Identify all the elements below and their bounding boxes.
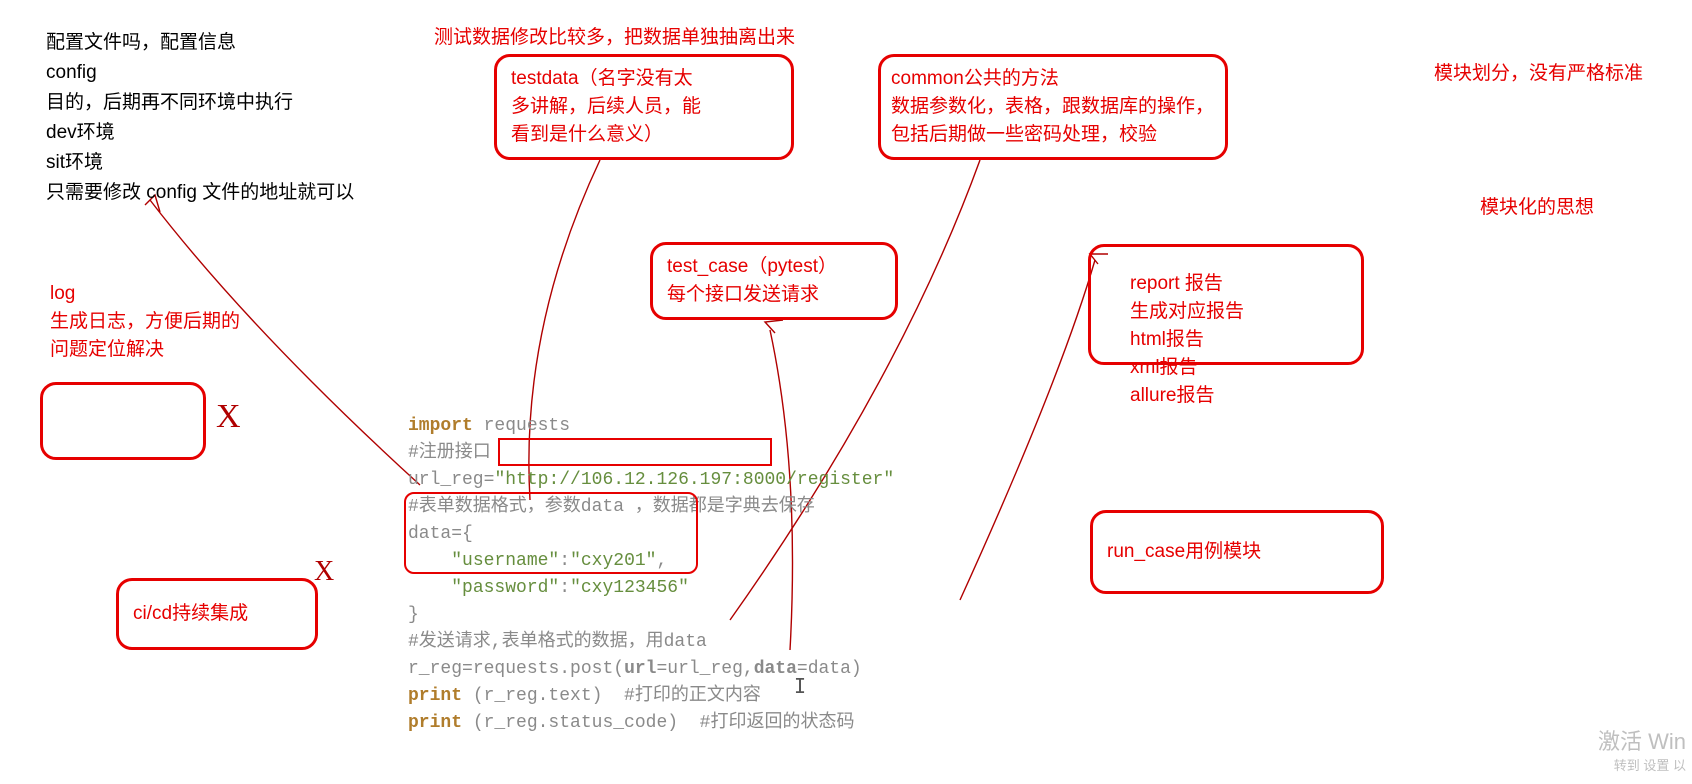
code-url-literal: http://106.12.126.197:8000 [505,470,786,490]
mark-x-2: X [314,556,334,588]
code-kw-import: import [408,416,473,436]
box-testdata: testdata（名字没有太 多讲解，后续人员，能 看到是什么意义） [494,54,794,160]
notes-config: 配置文件吗，配置信息 config 目的，后期再不同环境中执行 dev环境 si… [46,28,354,208]
text-cursor-icon: I [794,674,806,698]
box-report-text: report 报告 生成对应报告 html报告 xml报告 allure报告 [1130,270,1244,410]
watermark-settings: 转到 设置 以 [1614,755,1686,774]
box-testcase: test_case（pytest） 每个接口发送请求 [650,242,898,320]
box-common: common公共的方法 数据参数化，表格，跟数据库的操作， 包括后期做一些密码处… [878,54,1228,160]
highlight-url-box [498,438,772,466]
box-empty-log [40,382,206,460]
highlight-data-box [404,492,698,574]
mark-x-1: X [216,398,241,436]
note-log: log 生成日志，方便后期的 问题定位解决 [50,280,240,364]
code-comment-register: #注册接口 [408,443,491,463]
box-cicd: ci/cd持续集成 [116,578,318,650]
note-testdata-top: 测试数据修改比较多，把数据单独抽离出来 [434,24,795,52]
code-comment-send: #发送请求,表单格式的数据，用data [408,632,707,652]
code-mod-requests: requests [473,416,570,436]
note-modular-thinking: 模块化的思想 [1480,194,1594,222]
watermark-activate: 激活 Win [1598,724,1686,756]
note-module-division: 模块划分，没有严格标准 [1434,60,1643,88]
code-id-urlreg: url_reg [408,470,484,490]
box-runcase: run_case用例模块 [1090,510,1384,594]
